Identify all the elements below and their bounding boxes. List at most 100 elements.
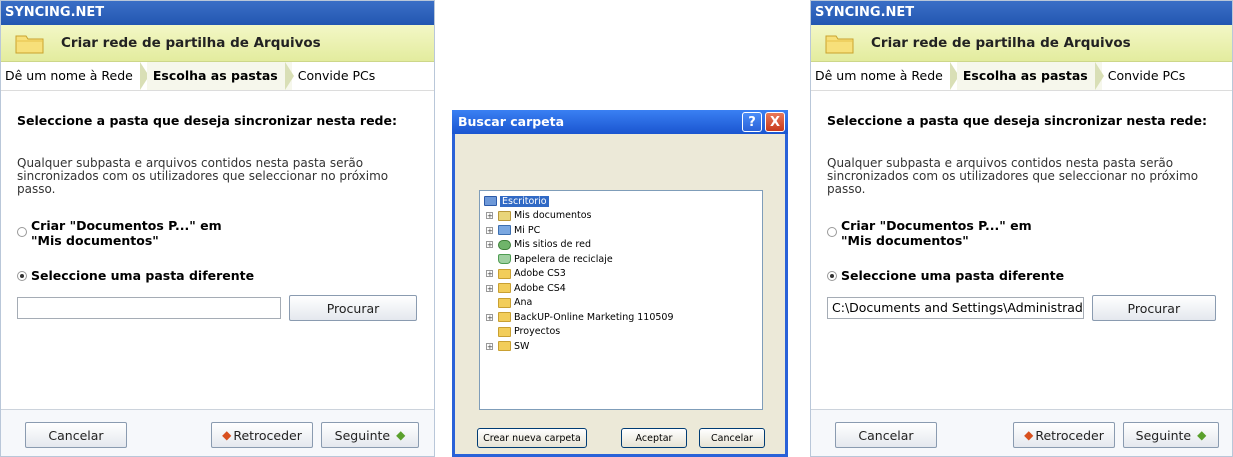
tree-item[interactable]: Proyectos	[480, 325, 762, 340]
expand-icon[interactable]: +	[486, 284, 493, 292]
option-create-label-1: Criar "Documentos P..." em	[841, 218, 1032, 233]
tree-item[interactable]: + Adobe CS3	[480, 267, 762, 282]
step-invite-pcs: Convide PCs	[1107, 68, 1186, 83]
tree-item-label: Adobe CS3	[514, 268, 566, 280]
arrow-right-icon: ◆	[396, 428, 406, 442]
arrow-left-icon: ◆	[1024, 428, 1034, 442]
option-create-label-2: "Mis documentos"	[841, 233, 969, 248]
expand-icon[interactable]: +	[486, 342, 493, 350]
folder-description: Qualquer subpasta e arquivos contidos ne…	[827, 156, 1199, 196]
option-different-folder[interactable]: Seleccione uma pasta diferente	[827, 268, 1216, 283]
folder-icon	[498, 283, 511, 294]
folder-icon	[498, 297, 511, 308]
my-computer-icon	[498, 225, 511, 236]
folder-path-input[interactable]: C:\Documents and Settings\Administradc	[827, 297, 1084, 319]
wizard-footer: Cancelar ◆ Retroceder Seguinte ◆	[811, 409, 1232, 456]
accept-button[interactable]: Aceptar	[621, 428, 687, 448]
step-choose-folders: Escolha as pastas	[146, 62, 294, 90]
wizard-steps: Dê um nome à Rede Escolha as pastas Conv…	[1, 62, 434, 91]
browse-button[interactable]: Procurar	[289, 295, 417, 321]
step-invite-pcs: Convide PCs	[297, 68, 376, 83]
network-places-icon	[498, 239, 511, 250]
tree-item-label: Mis documentos	[514, 210, 592, 222]
tree-item-label: Proyectos	[514, 326, 561, 338]
folder-icon	[498, 341, 511, 352]
tree-item[interactable]: + Mi PC	[480, 223, 762, 238]
folder-question: Seleccione a pasta que deseja sincroniza…	[827, 113, 1207, 128]
dialog-title: Buscar carpeta	[458, 114, 565, 129]
tree-item-label: BackUP-Online Marketing 110509	[514, 311, 674, 323]
wizard-title: Criar rede de partilha de Arquivos	[61, 35, 321, 51]
folder-question: Seleccione a pasta que deseja sincroniza…	[17, 113, 397, 128]
cancel-button[interactable]: Cancelar	[835, 422, 937, 448]
dialog-titlebar: Buscar carpeta ? X	[452, 110, 788, 134]
wizard-panel-left: SYNCING.NET Criar rede de partilha de Ar…	[0, 0, 435, 457]
radio-create-folder[interactable]	[17, 227, 27, 237]
tree-item[interactable]: + BackUP-Online Marketing 110509	[480, 310, 762, 325]
wizard-header: Criar rede de partilha de Arquivos	[1, 25, 434, 62]
folder-tree[interactable]: Escritorio + Mis documentos + Mi PC + Mis siti…	[479, 190, 763, 410]
expand-icon[interactable]: +	[486, 212, 493, 220]
tree-item[interactable]: Escritorio	[478, 194, 762, 209]
tree-item-label: Ana	[514, 297, 533, 309]
option-create-label-1: Criar "Documentos P..." em	[31, 218, 222, 233]
folder-icon	[15, 31, 45, 55]
step-name-network: Dê um nome à Rede	[1, 62, 149, 90]
recycle-bin-icon	[498, 254, 511, 265]
new-folder-button[interactable]: Crear nueva carpeta	[477, 428, 587, 448]
browse-folder-dialog: Buscar carpeta ? X Escritorio + Mis docume…	[452, 110, 788, 457]
radio-create-folder[interactable]	[827, 227, 837, 237]
folder-description: Qualquer subpasta e arquivos contidos ne…	[17, 156, 389, 196]
tree-item[interactable]: Ana	[480, 296, 762, 311]
tree-item-label: Papelera de reciclaje	[514, 253, 613, 265]
option-different-label: Seleccione uma pasta diferente	[31, 268, 255, 283]
arrow-left-icon: ◆	[222, 428, 232, 442]
expand-icon[interactable]: +	[486, 313, 493, 321]
expand-icon[interactable]: +	[486, 241, 493, 249]
tree-item-label: SW	[514, 340, 530, 352]
expand-icon[interactable]: +	[486, 270, 493, 278]
folder-icon	[498, 326, 511, 337]
step-name-network: Dê um nome à Rede	[811, 62, 959, 90]
option-different-folder[interactable]: Seleccione uma pasta diferente	[17, 268, 418, 283]
option-create-folder[interactable]: Criar "Documentos P..." em "Mis documento…	[827, 218, 1216, 248]
help-button[interactable]: ?	[742, 112, 762, 132]
tree-item[interactable]: + Adobe CS4	[480, 281, 762, 296]
tree-item[interactable]: Papelera de reciclaje	[480, 252, 762, 267]
browse-button[interactable]: Procurar	[1091, 295, 1216, 321]
wizard-panel-right: SYNCING.NET Criar rede de partilha de Ar…	[810, 0, 1233, 457]
option-create-label-2: "Mis documentos"	[31, 233, 159, 248]
tree-item-label: Escritorio	[500, 195, 549, 207]
tree-item[interactable]: + Mis sitios de red	[480, 238, 762, 253]
wizard-footer: Cancelar ◆ Retroceder Seguinte ◆	[1, 409, 434, 456]
next-button[interactable]: Seguinte ◆	[321, 422, 419, 448]
radio-different-folder[interactable]	[827, 270, 837, 281]
back-button[interactable]: ◆ Retroceder	[1013, 422, 1115, 448]
cancel-button[interactable]: Cancelar	[25, 422, 127, 448]
tree-item-label: Mis sitios de red	[514, 239, 592, 251]
tree-item[interactable]: + Mis documentos	[480, 209, 762, 224]
option-different-label: Seleccione uma pasta diferente	[841, 268, 1065, 283]
tree-item-label: Mi PC	[514, 224, 541, 236]
my-documents-icon	[498, 210, 511, 221]
arrow-right-icon: ◆	[1197, 428, 1207, 442]
wizard-steps: Dê um nome à Rede Escolha as pastas Conv…	[811, 62, 1232, 91]
close-button[interactable]: X	[765, 112, 785, 132]
app-title: SYNCING.NET	[811, 1, 1232, 25]
folder-icon	[825, 31, 855, 55]
expand-icon[interactable]: +	[486, 226, 493, 234]
wizard-title: Criar rede de partilha de Arquivos	[871, 35, 1131, 51]
app-title: SYNCING.NET	[1, 1, 434, 25]
radio-different-folder[interactable]	[17, 270, 27, 281]
back-button[interactable]: ◆ Retroceder	[211, 422, 313, 448]
step-choose-folders: Escolha as pastas	[956, 62, 1104, 90]
folder-icon	[498, 268, 511, 279]
desktop-icon	[484, 196, 497, 207]
option-create-folder[interactable]: Criar "Documentos P..." em "Mis documento…	[17, 218, 418, 248]
tree-item[interactable]: + SW	[480, 339, 762, 354]
tree-item-label: Adobe CS4	[514, 282, 566, 294]
dialog-cancel-button[interactable]: Cancelar	[699, 428, 765, 448]
next-button[interactable]: Seguinte ◆	[1123, 422, 1219, 448]
folder-path-input[interactable]	[17, 297, 281, 319]
wizard-header: Criar rede de partilha de Arquivos	[811, 25, 1232, 62]
